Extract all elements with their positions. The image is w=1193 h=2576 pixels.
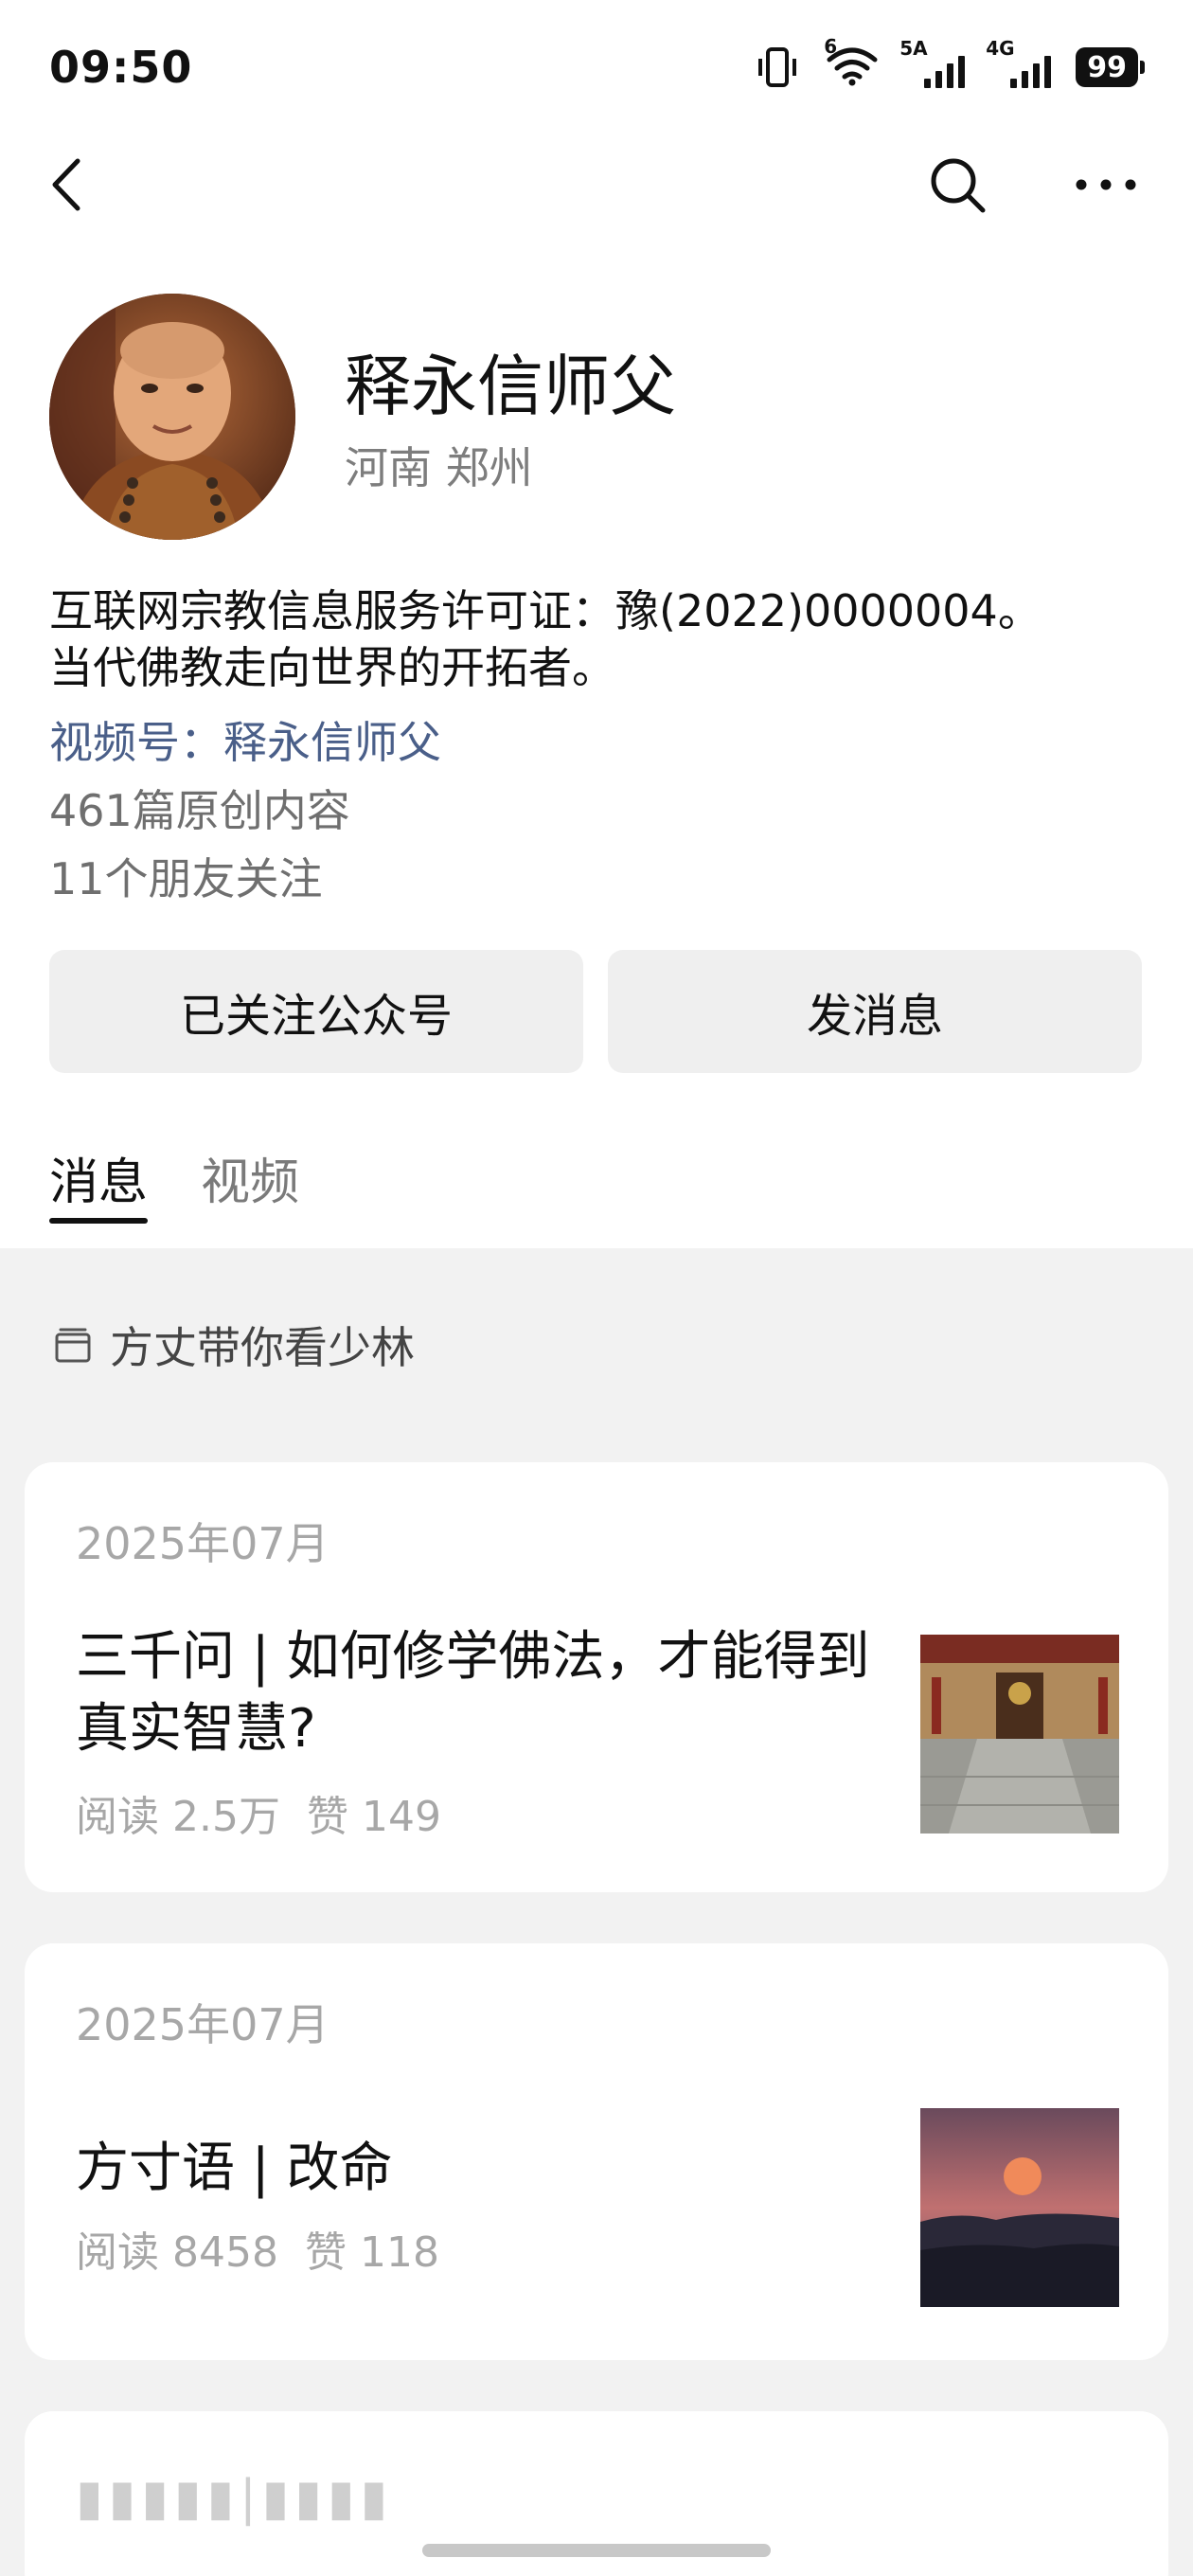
followed-account-button[interactable]: 已关注公众号 (49, 950, 583, 1073)
wifi-label: 6 (824, 35, 838, 58)
signal-4g-icon: 4G (986, 37, 1052, 88)
more-horizontal-icon (1076, 179, 1136, 190)
article-stats: 阅读 8458 赞 118 (76, 2218, 466, 2279)
account-name: 释永信师父 (345, 348, 676, 425)
search-button[interactable] (924, 152, 990, 218)
signal-5a-icon: 5A (899, 37, 966, 88)
back-button[interactable] (42, 152, 98, 218)
article-title: 方寸语 | 改命 (76, 2138, 393, 2199)
article-reads: 阅读 8458 (76, 2228, 278, 2277)
status-icons: 6 5A 4G 99 (754, 35, 1145, 93)
home-indicator[interactable] (422, 2544, 771, 2557)
article-card[interactable]: 2025年07月 三千问 | 如何修学佛法，才能得到真实智慧? 阅读 2.5万赞… (25, 1462, 1168, 1892)
account-bio: 互联网宗教信息服务许可证：豫(2022)0000004。 当代佛教走向世界的开拓… (49, 582, 1157, 696)
article-likes: 赞 149 (306, 1793, 441, 1841)
signal-4g-label: 4G (986, 37, 1015, 60)
account-location: 河南 郑州 (345, 442, 533, 493)
profile-header-area: 09:50 6 5A 4G 99 释永信师父 河南 郑州 互联网宗教信息服务许可… (0, 0, 1193, 1248)
article-likes: 赞 118 (304, 2228, 439, 2277)
status-time: 09:50 (49, 42, 193, 93)
article-date: 2025年07月 (76, 1999, 329, 2050)
video-channel-link[interactable]: 视频号：释永信师父 (49, 708, 441, 771)
tab-messages[interactable]: 消息 (49, 1142, 148, 1213)
bio-license-line: 互联网宗教信息服务许可证：豫(2022)0000004。 (49, 585, 1042, 636)
collection-entry[interactable]: 方丈带你看少林 (53, 1316, 415, 1373)
blurred-date-placeholder: ▮▮▮▮▮|▮▮▮▮ (76, 2470, 394, 2527)
folder-icon (55, 1328, 91, 1363)
send-message-button[interactable]: 发消息 (608, 950, 1142, 1073)
vibrate-icon (758, 47, 797, 87)
signal-5a-label: 5A (899, 37, 928, 60)
more-button[interactable] (1068, 152, 1144, 218)
original-articles-count: 461篇原创内容 (49, 785, 350, 836)
wifi-indicator: 6 (824, 35, 879, 90)
article-title: 三千问 | 如何修学佛法，才能得到真实智慧? (76, 1626, 870, 1760)
temple-hall-thumbnail (920, 1635, 1119, 1834)
bio-description-line: 当代佛教走向世界的开拓者。 (49, 642, 615, 693)
sunset-thumbnail (920, 2108, 1119, 2307)
official-account-profile-page: 09:50 6 5A 4G 99 释永信师父 河南 郑州 互联网宗教信息服务许可… (0, 0, 1193, 2576)
article-date: 2025年07月 (76, 1518, 329, 1569)
collection-label: 方丈带你看少林 (110, 1322, 415, 1373)
tab-video[interactable]: 视频 (201, 1142, 299, 1213)
search-icon (931, 158, 986, 213)
battery-icon: 99 (1076, 47, 1145, 87)
battery-level: 99 (1087, 50, 1127, 84)
monk-portrait-image (49, 294, 295, 540)
article-reads: 阅读 2.5万 (76, 1793, 280, 1841)
chevron-left-icon (52, 158, 80, 211)
avatar[interactable] (49, 294, 295, 540)
active-tab-indicator (49, 1218, 148, 1224)
friends-following-count[interactable]: 11个朋友关注 (49, 845, 323, 907)
article-card[interactable]: 2025年07月 方寸语 | 改命 阅读 8458 赞 118 (25, 1943, 1168, 2360)
article-stats: 阅读 2.5万赞 149 (76, 1782, 468, 1843)
